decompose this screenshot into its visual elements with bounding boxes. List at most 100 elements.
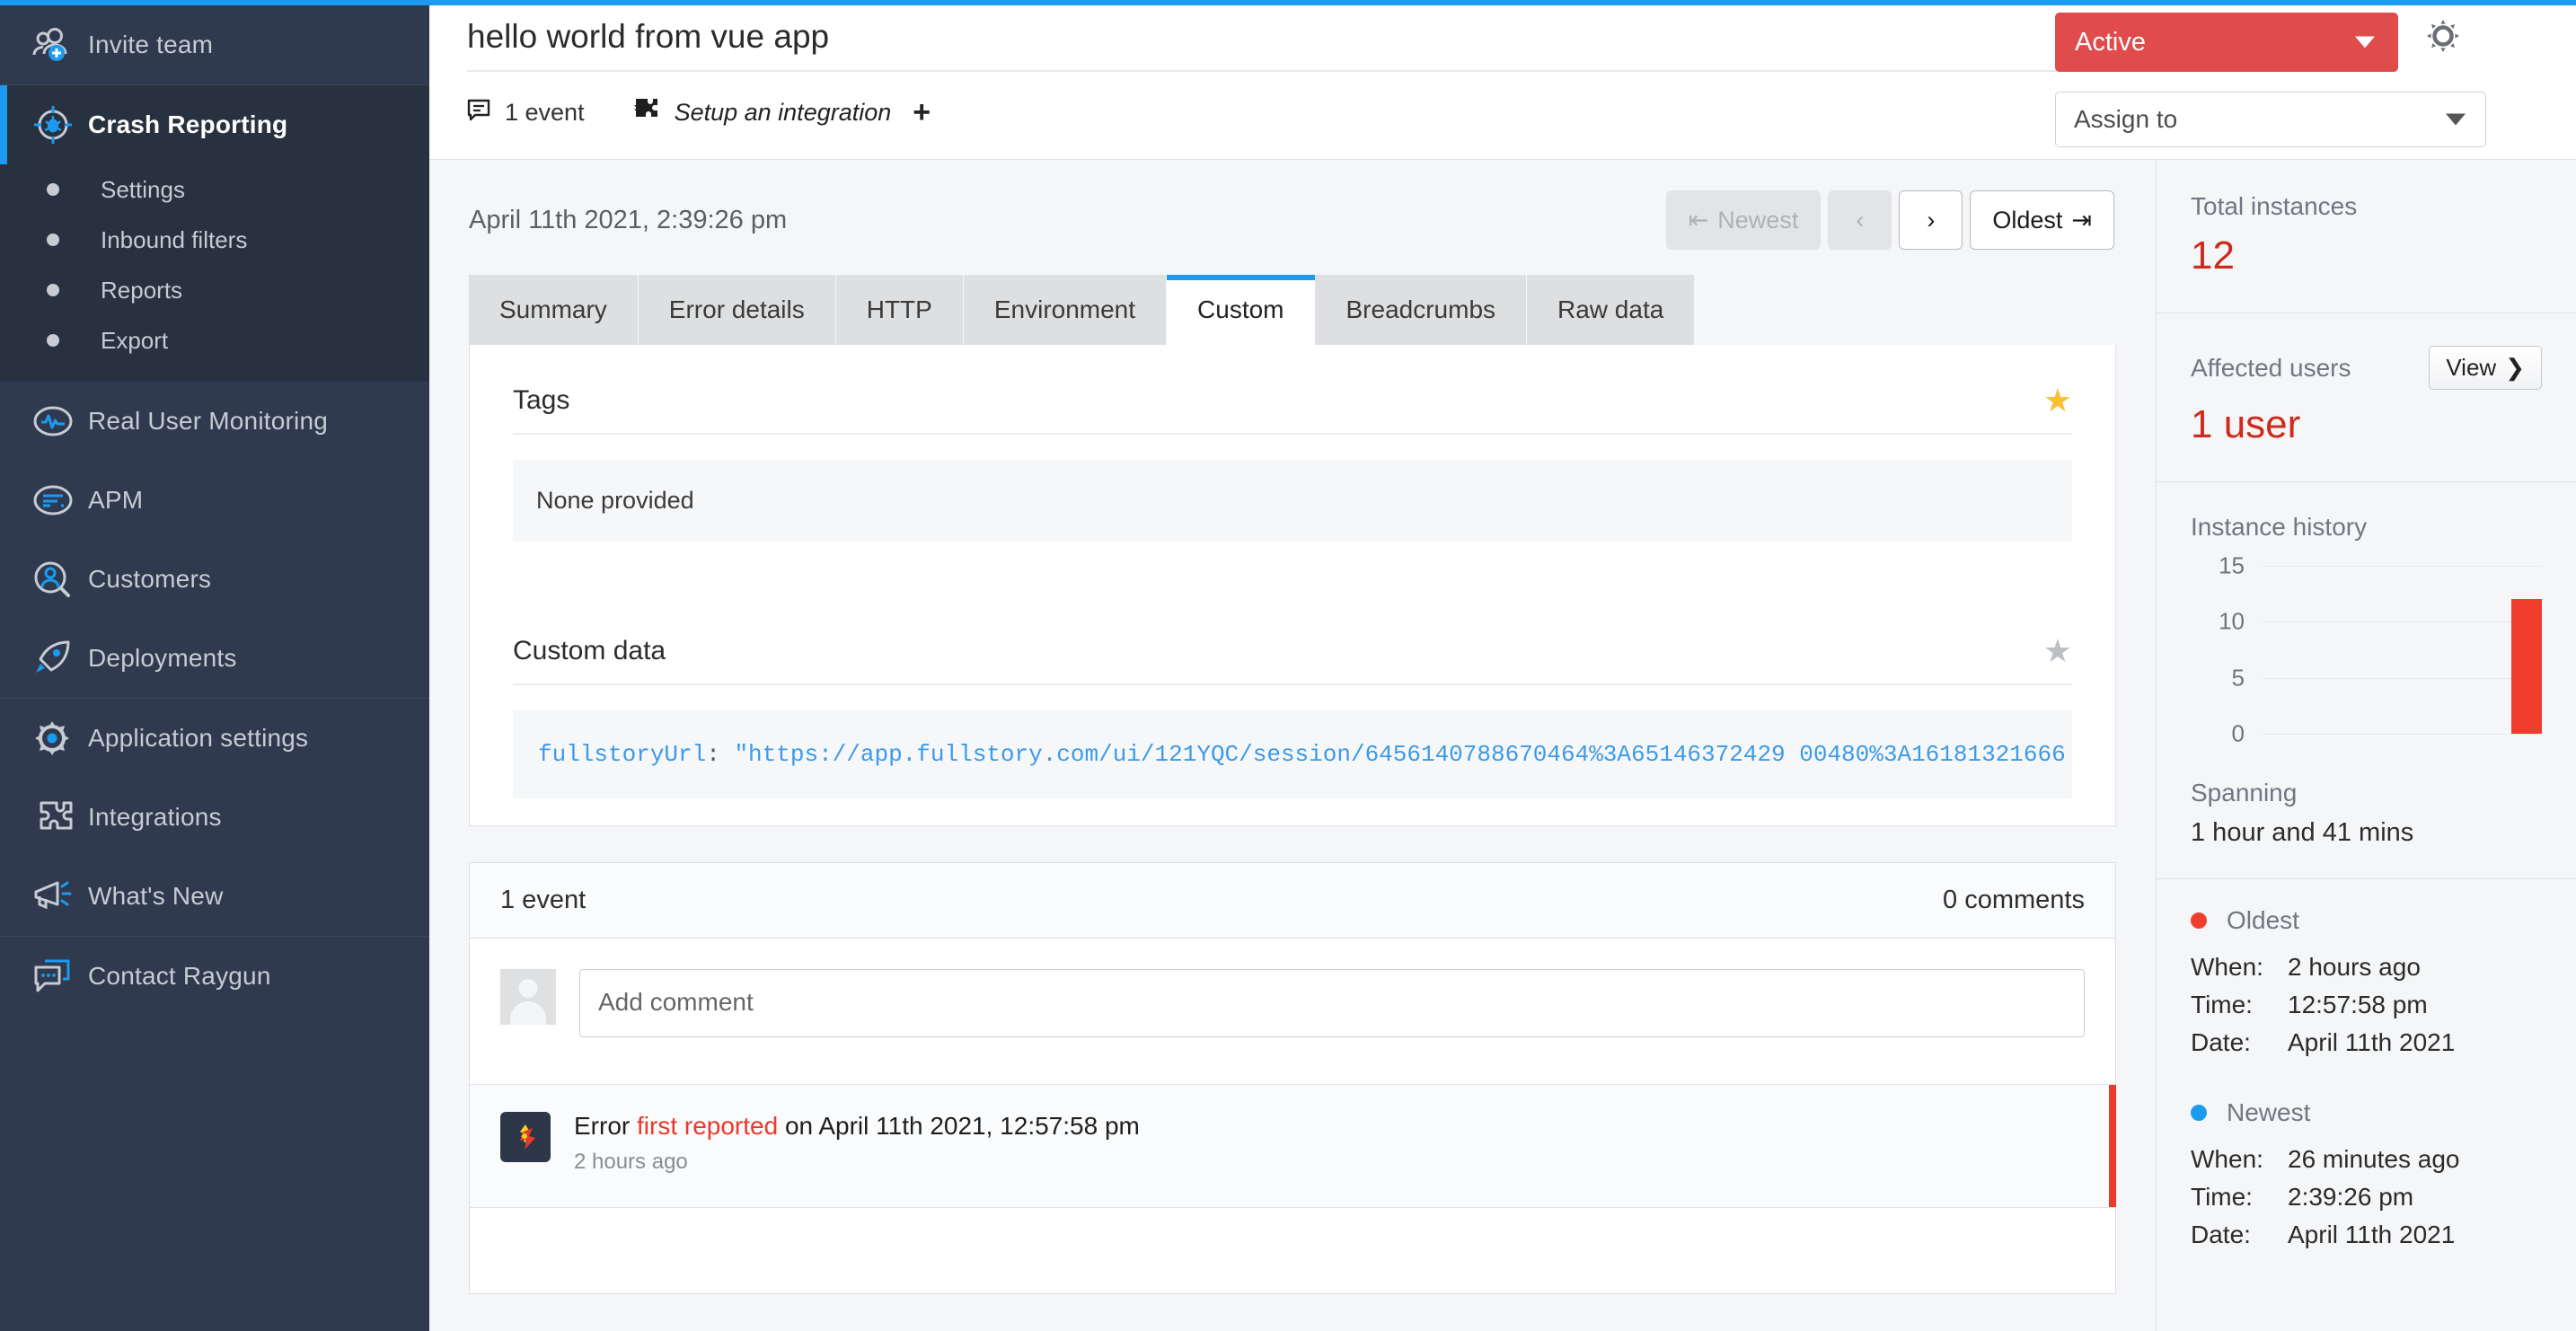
gear-icon [32, 718, 88, 758]
newest-date-value: April 11th 2021 [2288, 1221, 2456, 1248]
sidebar-item-export[interactable]: Export [0, 315, 429, 366]
newest-title: Newest [2227, 1098, 2311, 1126]
newest-header: Newest [2191, 1098, 2542, 1127]
sidebar-item-customers[interactable]: Customers [0, 540, 429, 619]
setup-integration-label: Setup an integration [674, 98, 892, 126]
gear-icon[interactable] [2425, 18, 2461, 58]
pager-newest-button[interactable]: ⇤ Newest [1665, 190, 1822, 250]
events-card-footer [470, 1207, 2115, 1293]
tab-summary[interactable]: Summary [469, 275, 639, 345]
view-affected-users-button[interactable]: View ❯ [2429, 346, 2542, 390]
sidebar-item-settings[interactable]: Settings [0, 164, 429, 215]
sidebar-item-invite-team[interactable]: Invite team [0, 5, 429, 84]
newest-when-value: 26 minutes ago [2288, 1145, 2460, 1173]
sidebar-item-integrations[interactable]: Integrations [0, 778, 429, 857]
app-root: Invite team Crash Reporting Settings Inb… [0, 0, 2576, 1331]
tab-raw-data[interactable]: Raw data [1527, 275, 1696, 345]
event-entry-row: Error first reported on April 11th 2021,… [470, 1084, 2116, 1207]
tags-section-header: Tags ★ [513, 384, 2072, 435]
megaphone-icon [32, 877, 88, 915]
sidebar-item-label: Customers [88, 565, 212, 593]
setup-integration-item[interactable]: Setup an integration + [631, 97, 931, 128]
custom-data-key: fullstoryUrl [538, 741, 707, 768]
sidebar-item-deployments[interactable]: Deployments [0, 619, 429, 698]
sidebar-item-whats-new[interactable]: What's New [0, 857, 429, 936]
content-area: April 11th 2021, 2:39:26 pm ⇤ Newest ‹ › [429, 160, 2156, 1331]
chart-gridline [2263, 565, 2542, 567]
caret-down-icon [2355, 36, 2375, 48]
add-comment-row [470, 939, 2115, 1084]
raygun-logo-icon [500, 1112, 551, 1162]
sidebar-item-label: What's New [88, 882, 224, 910]
header-right: Active Assign to [2055, 5, 2576, 159]
chart-tick-label: 10 [2219, 607, 2245, 635]
star-outline-icon[interactable]: ★ [2043, 635, 2072, 667]
total-instances-label: Total instances [2191, 192, 2358, 220]
tab-environment[interactable]: Environment [963, 275, 1168, 345]
oldest-header: Oldest [2191, 906, 2542, 935]
chevron-right-icon: ❯ [2505, 354, 2525, 381]
plus-icon[interactable]: + [913, 97, 931, 128]
chart-bar-latest[interactable] [2511, 599, 2542, 734]
oldest-date-value: April 11th 2021 [2288, 1028, 2456, 1056]
comments-count-label: 0 comments [1943, 886, 2085, 914]
affected-users-header: Affected users View ❯ [2191, 346, 2542, 390]
sidebar-item-apm[interactable]: APM [0, 461, 429, 540]
sidebar-item-contact-raygun[interactable]: Contact Raygun [0, 937, 429, 1016]
event-text-before: Error [574, 1112, 637, 1140]
view-button-label: View [2446, 354, 2497, 381]
oldest-time-value: 12:57:58 pm [2288, 991, 2428, 1018]
affected-users-value: 1 user [2191, 402, 2301, 446]
sidebar-item-label: Crash Reporting [88, 110, 288, 138]
pulse-icon [32, 403, 88, 439]
sidebar-subitem-label: Reports [101, 276, 183, 304]
sidebar-item-real-user-monitoring[interactable]: Real User Monitoring [0, 382, 429, 461]
sidebar-subitem-label: Export [101, 326, 169, 354]
tab-breadcrumbs[interactable]: Breadcrumbs [1315, 275, 1528, 345]
sidebar-item-label: Invite team [88, 31, 214, 58]
star-filled-icon[interactable]: ★ [2043, 384, 2072, 417]
main-sidebar: Invite team Crash Reporting Settings Inb… [0, 0, 429, 1331]
comment-input[interactable] [579, 969, 2085, 1037]
detail-rail: Total instances 12 Affected users View ❯… [2156, 160, 2576, 1331]
custom-data-section-header: Custom data ★ [513, 635, 2072, 685]
tab-error-details[interactable]: Error details [638, 275, 836, 345]
bullet-icon [47, 334, 59, 347]
bullet-icon [47, 183, 59, 196]
oldest-date-key: Date: [2191, 1028, 2251, 1056]
sidebar-item-reports[interactable]: Reports [0, 265, 429, 315]
pager-next-button[interactable]: › [1899, 190, 1963, 250]
sidebar-item-inbound-filters[interactable]: Inbound filters [0, 215, 429, 265]
newest-time-key: Time: [2191, 1183, 2253, 1211]
timestamp-gap [2191, 1066, 2542, 1098]
pager-prev-button[interactable]: ‹ [1828, 190, 1892, 250]
comment-icon [467, 99, 490, 127]
caret-down-icon [2446, 113, 2466, 126]
custom-data-colon: : [706, 741, 720, 768]
event-entry-headline: Error first reported on April 11th 2021,… [574, 1112, 1140, 1141]
sidebar-item-label: Real User Monitoring [88, 407, 328, 435]
spanning-block: Spanning 1 hour and 41 mins [2157, 761, 2576, 879]
status-label: Active [2075, 27, 2146, 57]
events-comments-card: 1 event 0 comments Add comment Error fir… [469, 862, 2116, 1294]
sidebar-item-label: Application settings [88, 724, 309, 752]
first-page-icon: ⇤ [1688, 206, 1709, 234]
sidebar-item-crash-reporting[interactable]: Crash Reporting [0, 85, 429, 164]
chart-gridline [2263, 621, 2542, 622]
newest-when-key: When: [2191, 1145, 2263, 1173]
newest-time-value: 2:39:26 pm [2288, 1183, 2414, 1211]
pager-oldest-button[interactable]: Oldest ⇥ [1970, 190, 2114, 250]
invite-team-icon [32, 27, 88, 63]
assign-to-dropdown[interactable]: Assign to [2055, 92, 2486, 147]
oldest-date-row: Date: April 11th 2021 [2191, 1028, 2542, 1057]
chart-tick-label: 5 [2231, 664, 2245, 691]
event-count-item[interactable]: 1 event [467, 99, 585, 127]
tab-http[interactable]: HTTP [835, 275, 964, 345]
first-reported-link[interactable]: first reported [637, 1112, 778, 1140]
status-dropdown-button[interactable]: Active [2055, 13, 2398, 72]
spanning-label: Spanning [2191, 779, 2298, 807]
chart-gridline [2263, 734, 2542, 735]
tab-custom[interactable]: Custom [1167, 275, 1316, 345]
chevron-left-icon: ‹ [1856, 206, 1865, 234]
sidebar-item-application-settings[interactable]: Application settings [0, 699, 429, 778]
